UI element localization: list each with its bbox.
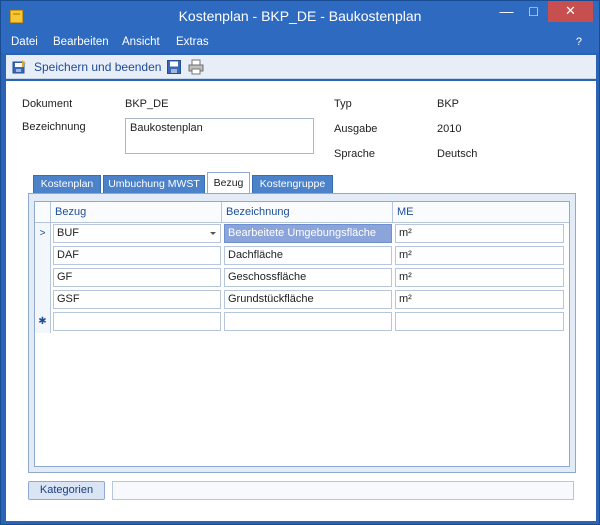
new-me-cell[interactable] <box>395 312 564 331</box>
app-window: Kostenplan - BKP_DE - Baukostenplan — □ … <box>0 0 600 525</box>
print-icon[interactable] <box>188 59 204 75</box>
kategorien-button[interactable]: Kategorien <box>28 481 105 500</box>
save-and-close-button[interactable]: Speichern und beenden <box>34 60 161 74</box>
help-menu[interactable]: ? <box>576 36 582 48</box>
close-button[interactable]: ✕ <box>548 1 593 22</box>
tab-umbuchung-mwst[interactable]: Umbuchung MWST <box>103 175 205 193</box>
bezug-cell[interactable]: GSF <box>53 290 221 309</box>
typ-value: BKP <box>437 98 460 110</box>
form-area: Dokument BKP_DE Bezeichnung Baukostenpla… <box>6 81 596 521</box>
table-row[interactable]: GF Geschossfläche m² <box>35 267 569 289</box>
me-cell[interactable]: m² <box>395 246 564 265</box>
table-row[interactable]: DAF Dachfläche m² <box>35 245 569 267</box>
tab-bezug[interactable]: Bezug <box>207 172 250 194</box>
tab-kostenplan[interactable]: Kostenplan <box>33 175 101 193</box>
me-cell[interactable]: m² <box>395 224 564 243</box>
row-header <box>35 289 51 311</box>
dokument-label: Dokument <box>22 98 73 110</box>
bezeichnung-label: Bezeichnung <box>22 121 86 133</box>
status-field <box>112 481 574 500</box>
bezug-cell[interactable]: DAF <box>53 246 221 265</box>
bezug-cell-value: BUF <box>57 227 79 239</box>
current-row-indicator: > <box>35 223 51 245</box>
new-bezeichnung-cell[interactable] <box>224 312 392 331</box>
save-and-close-icon[interactable] <box>12 59 27 74</box>
table-row[interactable]: GSF Grundstückfläche m² <box>35 289 569 311</box>
minimize-button[interactable]: — <box>493 1 520 22</box>
me-cell[interactable]: m² <box>395 268 564 287</box>
bezeichnung-cell[interactable]: Bearbeitete Umgebungsfläche <box>224 224 392 243</box>
sprache-label: Sprache <box>334 148 375 160</box>
bezug-dropdown[interactable]: BUF <box>53 224 221 243</box>
menu-datei[interactable]: Datei <box>11 36 38 48</box>
new-bezug-cell[interactable] <box>53 312 221 331</box>
ausgabe-value: 2010 <box>437 123 462 135</box>
chevron-down-icon[interactable] <box>210 232 216 235</box>
bezeichnung-cell[interactable]: Geschossfläche <box>224 268 392 287</box>
dokument-value: BKP_DE <box>125 98 169 110</box>
bezeichnung-cell[interactable]: Grundstückfläche <box>224 290 392 309</box>
toolbar: Speichern und beenden <box>6 55 596 79</box>
menu-ansicht[interactable]: Ansicht <box>122 36 160 48</box>
new-row[interactable]: ✱ <box>35 311 569 333</box>
column-header-bezug[interactable]: Bezug <box>51 202 222 223</box>
menu-bearbeiten[interactable]: Bearbeiten <box>53 36 109 48</box>
row-header-corner <box>35 202 51 223</box>
bezug-tab-panel: Bezug Bezeichnung ME > BUF Bearbeitete U… <box>28 193 576 473</box>
ausgabe-label: Ausgabe <box>334 123 378 135</box>
menu-extras[interactable]: Extras <box>176 36 209 48</box>
table-row[interactable]: > BUF Bearbeitete Umgebungsfläche m² <box>35 223 569 245</box>
sprache-value: Deutsch <box>437 148 478 160</box>
bezeichnung-field[interactable]: Baukostenplan <box>125 118 314 154</box>
menu-bar: Datei Bearbeiten Ansicht Extras ? <box>1 31 599 53</box>
row-header <box>35 267 51 289</box>
typ-label: Typ <box>334 98 352 110</box>
row-header <box>35 245 51 267</box>
grid-header: Bezug Bezeichnung ME <box>35 202 569 223</box>
column-header-me[interactable]: ME <box>393 202 569 223</box>
save-icon[interactable] <box>167 60 181 74</box>
maximize-button[interactable]: □ <box>520 1 547 22</box>
new-row-icon: ✱ <box>35 311 51 333</box>
me-cell[interactable]: m² <box>395 290 564 309</box>
bezug-cell[interactable]: GF <box>53 268 221 287</box>
column-header-bezeichnung[interactable]: Bezeichnung <box>222 202 393 223</box>
bezug-grid: Bezug Bezeichnung ME > BUF Bearbeitete U… <box>34 201 570 467</box>
tab-kostengruppe[interactable]: Kostengruppe <box>252 175 333 193</box>
bezeichnung-cell[interactable]: Dachfläche <box>224 246 392 265</box>
title-bar: Kostenplan - BKP_DE - Baukostenplan — □ … <box>1 1 599 31</box>
